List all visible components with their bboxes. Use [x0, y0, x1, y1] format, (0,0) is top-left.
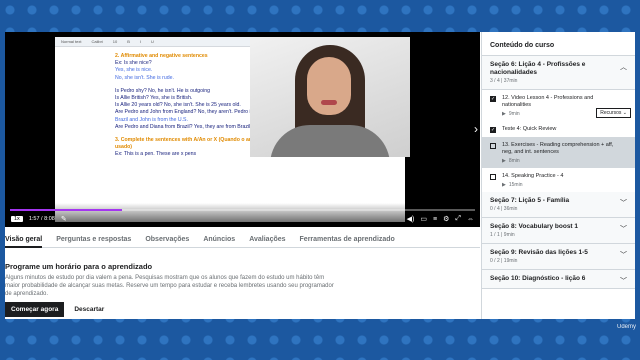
resources-dropdown[interactable]: Recursos ⌄	[596, 108, 631, 118]
bookmark-icon[interactable]: ✎	[61, 215, 67, 223]
next-lecture-arrow-icon[interactable]: ›	[474, 122, 478, 136]
captions-icon[interactable]: ▭	[420, 215, 427, 223]
section-meta: 0 / 2 | 19min	[490, 258, 518, 264]
lesson-title: 14. Speaking Practice - 4	[502, 173, 564, 179]
doc-toolbar-item: U	[151, 39, 154, 44]
expand-icon[interactable]: ⇔	[467, 216, 474, 223]
lesson-duration: 15min	[508, 182, 523, 188]
lesson-duration: 9min	[508, 111, 520, 117]
section-meta: 3 / 4 | 37min	[490, 78, 518, 84]
video-player[interactable]: Normal text Calibri 10 B I U 2. Affirmative a…	[5, 32, 480, 227]
chevron-down-icon: ﹀	[620, 200, 627, 207]
course-tabs: Visão geral Perguntas e respostas Observaç…	[5, 232, 480, 248]
section-title: Seção 10: Diagnóstico - lição 6	[490, 275, 586, 282]
play-video-icon: ▶	[502, 182, 506, 188]
player-controls: 1x 1:57 / 8:08 ✎ ◀) ▭ ≡ ⚙ ⤢ ⇔	[5, 203, 480, 227]
chevron-down-icon: ﹀	[620, 278, 627, 285]
schedule-title: Programe um horário para o aprendizado	[5, 262, 153, 271]
lesson-checkbox[interactable]	[490, 143, 496, 149]
tab-ferramentas-de-aprendizado[interactable]: Ferramentas de aprendizado	[300, 232, 395, 248]
play-video-icon: ▶	[502, 158, 506, 164]
section-title: Seção 7: Lição 5 - Família	[490, 197, 570, 204]
section-header[interactable]: Seção 10: Diagnóstico - lição 6 ﹀	[482, 270, 635, 289]
doc-toolbar-item: 10	[112, 39, 118, 44]
doc-toolbar-item: Normal text	[61, 39, 82, 44]
transcript-icon[interactable]: ≡	[433, 216, 437, 223]
tab-an-ncios[interactable]: Anúncios	[203, 232, 235, 248]
progress-fill	[10, 209, 122, 211]
udemy-logo: Udemy	[616, 324, 636, 330]
start-now-button[interactable]: Começar agora	[5, 302, 65, 317]
lesson-item[interactable]: 14. Speaking Practice - 4 ▶ 15min	[482, 168, 635, 192]
course-content-sidebar: Conteúdo do curso Seção 6: Lição 4 - Pro…	[481, 32, 635, 319]
lesson-title: 13. Exercises - Reading comprehension + …	[502, 142, 614, 155]
doc-toolbar-item: B	[127, 39, 130, 44]
chevron-down-icon: ﹀	[620, 226, 627, 233]
section-meta: 0 / 4 | 36min	[490, 206, 518, 212]
dismiss-button[interactable]: Descartar	[74, 306, 104, 313]
section-header[interactable]: Seção 8: Vocabulary boost 1 1 / 1 | 9min ﹀	[482, 218, 635, 244]
tab-avalia-es[interactable]: Avaliações	[249, 232, 285, 248]
presenter-webcam	[250, 37, 410, 157]
lesson-checkbox[interactable]	[490, 174, 496, 180]
volume-icon[interactable]: ◀)	[407, 215, 415, 223]
section-header[interactable]: Seção 9: Revisão das lições 1-5 0 / 2 | 1…	[482, 244, 635, 270]
chevron-up-icon: ︿	[620, 64, 627, 71]
tab-vis-o-geral[interactable]: Visão geral	[5, 232, 43, 248]
tab-perguntas-e-respostas[interactable]: Perguntas e respostas	[56, 232, 131, 248]
section-title: Seção 6: Lição 4 - Profissões e nacional…	[490, 61, 586, 76]
play-video-icon: ▶	[502, 111, 506, 117]
udemy-course-player: Normal text Calibri 10 B I U 2. Affirmative a…	[5, 32, 635, 319]
settings-gear-icon[interactable]: ⚙	[443, 215, 449, 223]
lesson-item[interactable]: 13. Exercises - Reading comprehension + …	[482, 137, 635, 168]
lesson-duration: 8min	[508, 158, 520, 164]
section-title: Seção 9: Revisão das lições 1-5	[490, 249, 588, 256]
time-display: 1:57 / 8:08	[28, 216, 55, 222]
lesson-checkbox[interactable]: ✓	[490, 127, 496, 133]
playback-rate-button[interactable]: 1x	[11, 216, 23, 222]
tab-observa-es[interactable]: Observações	[145, 232, 189, 248]
fullscreen-icon[interactable]: ⤢	[455, 215, 461, 223]
progress-bar[interactable]	[10, 209, 475, 211]
lesson-title: 12. Video Lesson 4 - Professions and nat…	[502, 95, 594, 108]
lesson-item[interactable]: ✓ Teste 4: Quick Review	[482, 121, 635, 137]
lesson-title: Teste 4: Quick Review	[502, 126, 557, 132]
section-header[interactable]: Seção 7: Lição 5 - Família 0 / 4 | 36min ﹀	[482, 192, 635, 218]
lesson-checkbox[interactable]: ✓	[490, 96, 496, 102]
schedule-description: Alguns minutos de estudo por dia valem a…	[5, 275, 334, 297]
overview-panel: Programe um horário para o aprendizado A…	[5, 262, 480, 317]
section-header[interactable]: Seção 6: Lição 4 - Profissões e nacional…	[482, 56, 635, 90]
section-title: Seção 8: Vocabulary boost 1	[490, 223, 579, 230]
doc-toolbar-item: I	[139, 39, 142, 44]
sidebar-title: Conteúdo do curso	[482, 32, 635, 56]
lesson-item[interactable]: ✓ 12. Video Lesson 4 - Professions and na…	[482, 90, 635, 121]
section-meta: 1 / 1 | 9min	[490, 232, 515, 238]
doc-toolbar-item: Calibri	[91, 39, 103, 44]
chevron-down-icon: ﹀	[620, 252, 627, 259]
